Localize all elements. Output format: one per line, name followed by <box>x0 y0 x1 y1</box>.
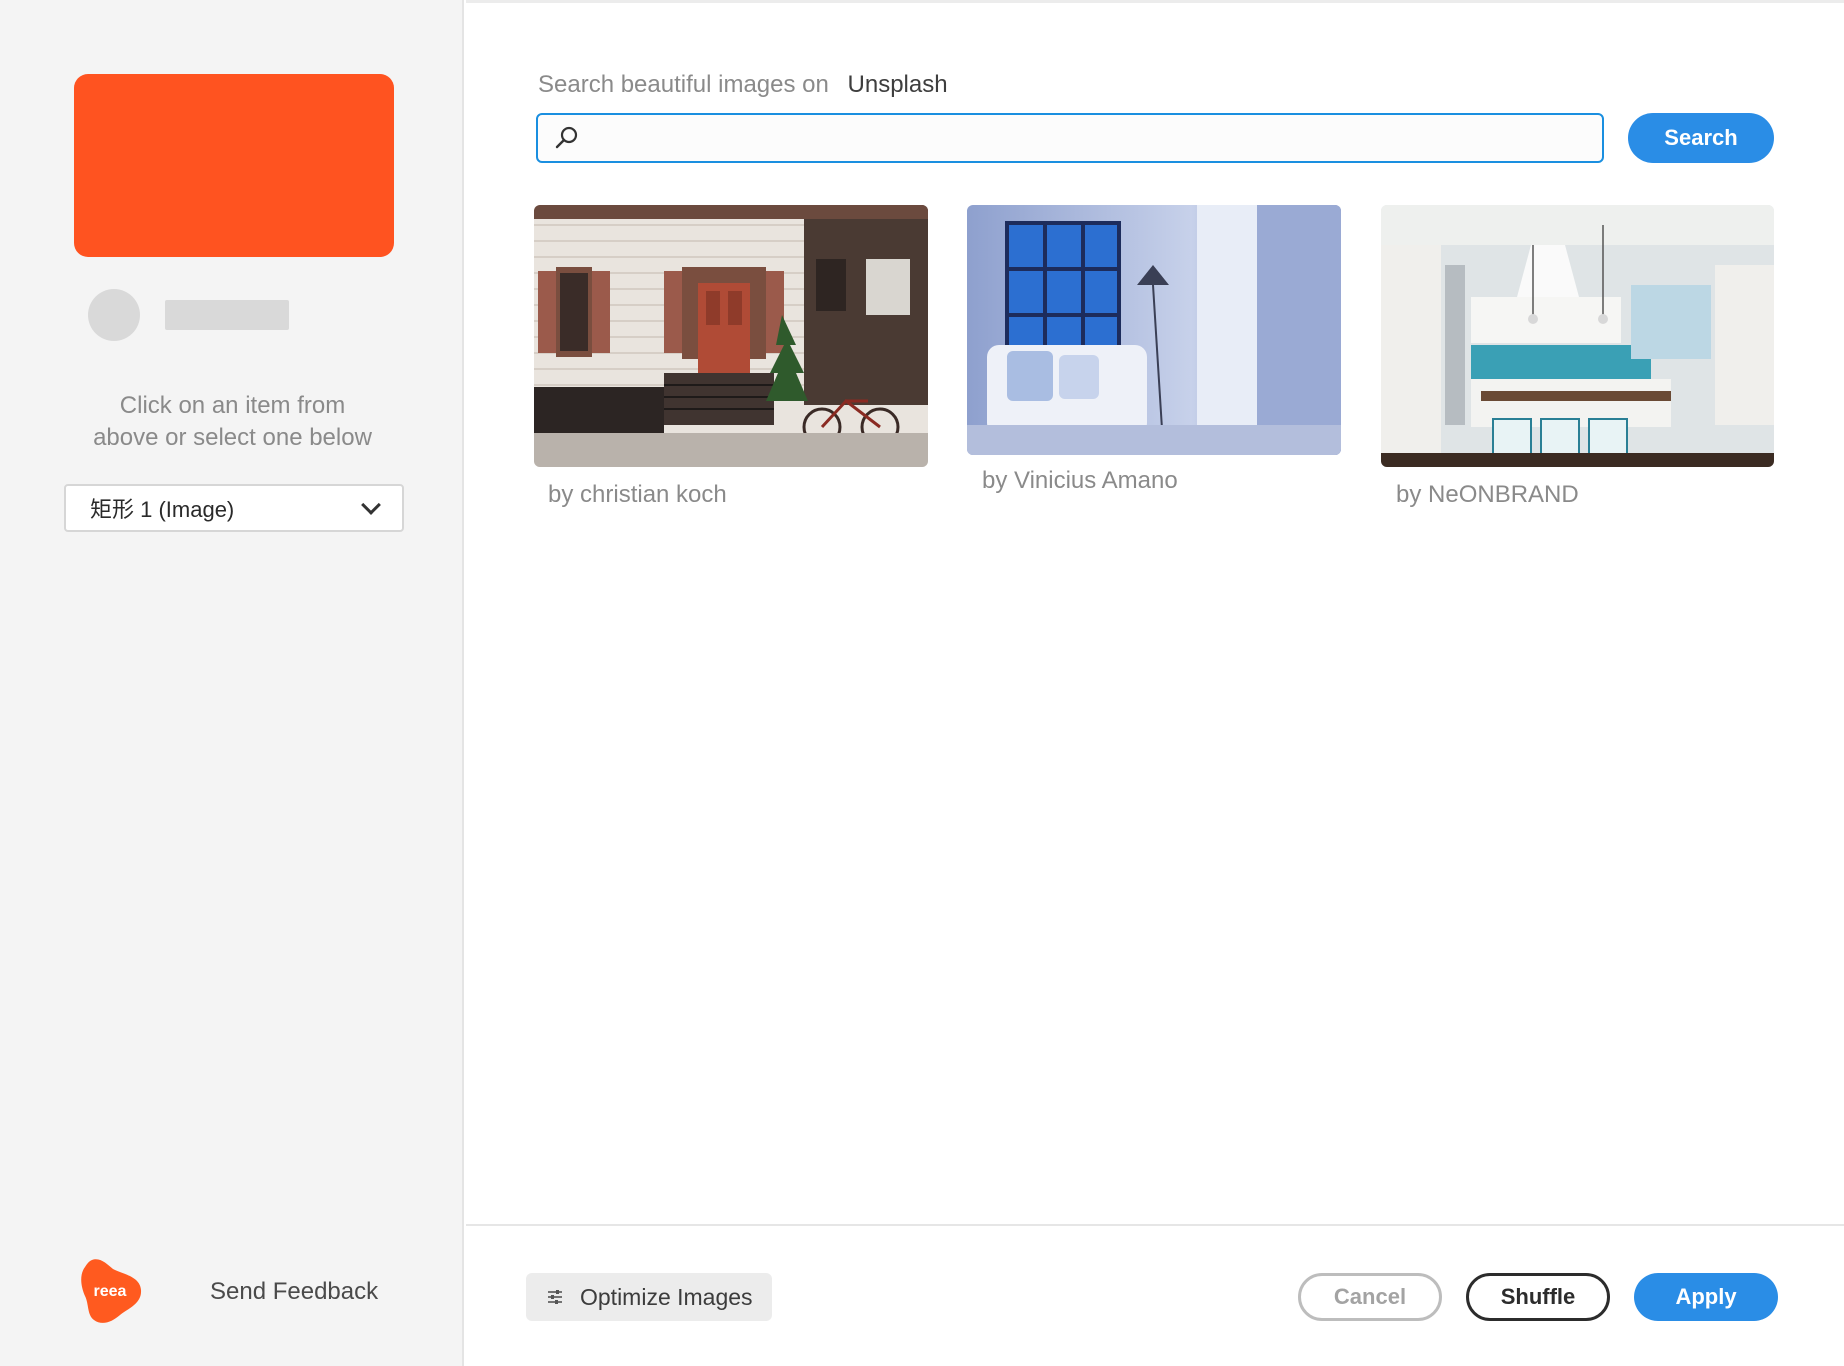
optimize-images-button[interactable]: Optimize Images <box>526 1273 772 1321</box>
preview-text-placeholder <box>165 300 289 330</box>
preview-avatar-placeholder <box>88 289 140 341</box>
cancel-button[interactable]: Cancel <box>1298 1273 1442 1321</box>
optimize-images-label: Optimize Images <box>580 1283 753 1310</box>
result-credit-3[interactable]: by NeONBRAND <box>1396 481 1579 509</box>
reea-logo[interactable]: reea <box>80 1258 142 1324</box>
logo-text: reea <box>94 1283 127 1300</box>
result-image-3[interactable] <box>1381 205 1774 467</box>
search-label-text: Search beautiful images on <box>538 71 829 98</box>
chevron-down-icon <box>361 495 381 515</box>
footer-divider <box>466 1224 1844 1226</box>
result-credit-1[interactable]: by christian koch <box>548 481 727 509</box>
apply-button[interactable]: Apply <box>1634 1273 1778 1321</box>
shuffle-button[interactable]: Shuffle <box>1466 1273 1610 1321</box>
sliders-icon <box>548 1290 562 1304</box>
result-credit-2[interactable]: by Vinicius Amano <box>982 467 1178 495</box>
kitchen-photo <box>1381 205 1774 467</box>
preview-card <box>74 74 394 257</box>
selection-hint: Click on an item from above or select on… <box>60 390 405 454</box>
result-image-1[interactable] <box>534 205 928 467</box>
layer-select[interactable]: 矩形 1 (Image) <box>64 484 404 532</box>
unsplash-brand-label: Unsplash <box>847 71 948 98</box>
search-label: Search beautiful images on Unsplash <box>538 71 948 99</box>
search-input[interactable] <box>590 115 1602 161</box>
send-feedback-link[interactable]: Send Feedback <box>210 1278 378 1306</box>
hint-line-2: above or select one below <box>93 424 372 451</box>
hint-line-1: Click on an item from <box>119 392 346 419</box>
layer-select-value: 矩形 1 (Image) <box>90 497 235 522</box>
main-panel: Search beautiful images on Unsplash Sear… <box>466 0 1844 1366</box>
search-icon <box>555 126 578 149</box>
result-image-2[interactable] <box>967 205 1341 455</box>
townhouse-photo <box>534 205 928 467</box>
sidebar: Click on an item from above or select on… <box>0 0 464 1366</box>
search-field[interactable] <box>536 113 1604 163</box>
search-button[interactable]: Search <box>1628 113 1774 163</box>
living-room-photo <box>967 205 1341 455</box>
